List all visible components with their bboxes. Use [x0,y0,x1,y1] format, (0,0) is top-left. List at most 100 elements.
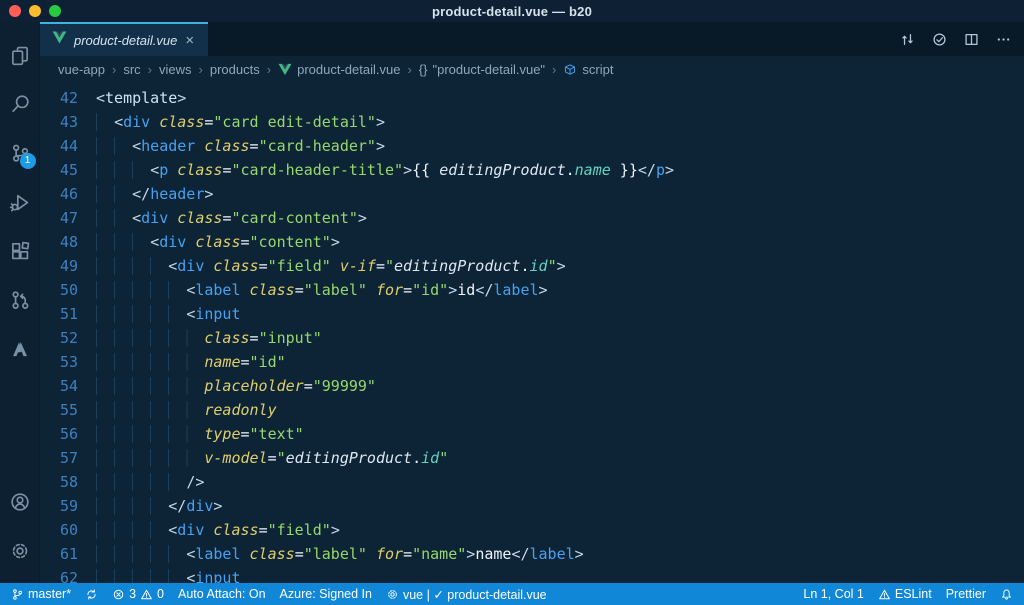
status-bar: master* 3 0 Auto Attach: On Azure: Signed In… [0,583,1024,605]
debug-icon [9,194,28,211]
activity-item-azure[interactable] [0,324,40,373]
breadcrumb-separator: › [407,61,412,77]
activity-item-search[interactable] [0,79,40,128]
code-line[interactable]: 43 <div class="card edit-detail"> [40,110,1024,134]
code-line[interactable]: 48 <div class="content"> [40,230,1024,254]
code-line[interactable]: 61 <label class="label" for="name">name<… [40,542,1024,566]
line-number: 44 [59,137,78,155]
code-line[interactable]: 53 name="id" [40,350,1024,374]
vscode-window: product-detail.vue — b20 1 product-detai… [0,0,1024,605]
tab-close-icon[interactable]: × [184,33,195,48]
activity-item-accounts[interactable] [0,477,40,526]
symbol-cube-icon [565,63,576,75]
code-line[interactable]: 47 <div class="card-content"> [40,206,1024,230]
auto-attach-indicator[interactable]: Auto Attach: On [171,583,273,605]
bell-icon [1002,588,1011,600]
line-number: 56 [59,425,78,443]
error-icon [113,589,124,599]
activity-item-settings[interactable] [0,526,40,575]
breadcrumb-item-products[interactable]: products [210,62,260,77]
notifications-bell[interactable] [993,583,1020,605]
breadcrumb-label: "product-detail.vue" [432,61,546,77]
sync-button[interactable] [78,583,105,605]
code-line[interactable]: 56 type="text" [40,422,1024,446]
check-circle-button[interactable] [926,26,952,52]
code-line[interactable]: 51 <input [40,302,1024,326]
code-line[interactable]: 50 <label class="label" for="id">id</lab… [40,278,1024,302]
code-line[interactable]: 59 </div> [40,494,1024,518]
code-line[interactable]: 52 class="input" [40,326,1024,350]
vetur-indicator[interactable]: vue | ✓ product-detail.vue [379,583,554,605]
more-actions-button[interactable] [990,26,1016,52]
breadcrumb-separator: › [266,61,272,77]
cursor-position[interactable]: Ln 1, Col 1 [796,583,870,605]
code-line[interactable]: 45 <p class="card-header-title">{{ editi… [40,158,1024,182]
activity-item-source-control[interactable]: 1 [0,128,40,177]
code-text: <label class="label" for="name">name</la… [96,542,584,566]
azure-signin-indicator-label: Azure: Signed In [279,587,372,601]
line-number: 46 [59,185,78,203]
breadcrumb-item-script[interactable]: script [563,62,613,77]
line-number: 54 [59,377,78,395]
breadcrumb-item-product-detail.vue[interactable]: {} "product-detail.vue" [419,62,545,77]
activity-bar: 1 [0,22,40,583]
code-line[interactable]: 58 /> [40,470,1024,494]
code-line[interactable]: 57 v-model="editingProduct.id" [40,446,1024,470]
open-changes-button[interactable] [894,26,920,52]
eslint-indicator-label: ESLint [894,587,932,601]
activity-item-run-debug[interactable] [0,177,40,226]
line-number: 42 [59,89,78,107]
line-number: 53 [59,353,78,371]
window-title: product-detail.vue — b20 [431,3,593,19]
line-number: 45 [59,161,78,179]
activity-item-github-pull-requests[interactable] [0,275,40,324]
code-editor[interactable]: 4142<template>43 <div class="card edit-d… [40,82,1024,583]
azure-signin-indicator[interactable]: Azure: Signed In [273,583,379,605]
line-number: 47 [59,209,78,227]
breadcrumb-item-views[interactable]: views [159,62,192,77]
breadcrumb-item-vue-app[interactable]: vue-app [58,62,105,77]
activity-item-explorer[interactable] [0,30,40,79]
branch-indicator[interactable]: master* [4,583,78,605]
eslint-indicator[interactable]: ESLint [871,583,939,605]
breadcrumb: vue-app › src › views › products › product-detai… [40,56,1024,82]
code-line[interactable]: 54 placeholder="99999" [40,374,1024,398]
split-editor-button[interactable] [958,26,984,52]
breadcrumb-item-src[interactable]: src [123,62,140,77]
code-text: <template> [96,89,187,107]
breadcrumb-separator: › [111,61,117,77]
code-line[interactable]: 46 </header> [40,182,1024,206]
code-text: <p class="card-header-title">{{ editingP… [96,158,674,182]
breadcrumb-item-product-detail.vue[interactable]: product-detail.vue [278,62,400,77]
code-text: <header class="card-header"> [96,134,385,158]
code-text: <div class="field"> [96,518,340,542]
tab-product-detail[interactable]: product-detail.vue × [40,22,208,56]
line-number: 61 [59,545,78,563]
code-text: <label class="label" for="id">id</label> [96,278,548,302]
problems-indicator[interactable]: 30 [105,583,171,605]
gear-icon [12,543,27,558]
code-line[interactable]: 49 <div class="field" v-if="editingProdu… [40,254,1024,278]
cursor-position-label: Ln 1, Col 1 [803,587,864,601]
code-text: <input [96,302,241,326]
code-text: readonly [96,398,277,422]
activity-item-extensions[interactable] [0,226,40,275]
code-line[interactable]: 62 <input [40,566,1024,583]
code-text: /> [96,470,204,494]
files-icon [11,46,28,65]
breadcrumb-label: product-detail.vue [297,61,401,77]
code-line[interactable]: 55 readonly [40,398,1024,422]
breadcrumb-label: products [209,61,260,77]
code-line[interactable]: 42 <template> [40,86,1024,110]
line-number: 49 [59,257,78,275]
activity-bar-bottom [0,477,40,583]
code-line[interactable]: 60 <div class="field"> [40,518,1024,542]
prettier-indicator[interactable]: Prettier [939,583,993,605]
code-line[interactable]: 44 <header class="card-header"> [40,134,1024,158]
breadcrumb-separator: › [552,61,557,77]
gear-icon [388,589,397,599]
azure-icon [12,341,27,356]
activity-bar-top: 1 [0,22,40,373]
extensions-icon [11,241,29,259]
problems-indicator-label: 0 [157,587,164,601]
